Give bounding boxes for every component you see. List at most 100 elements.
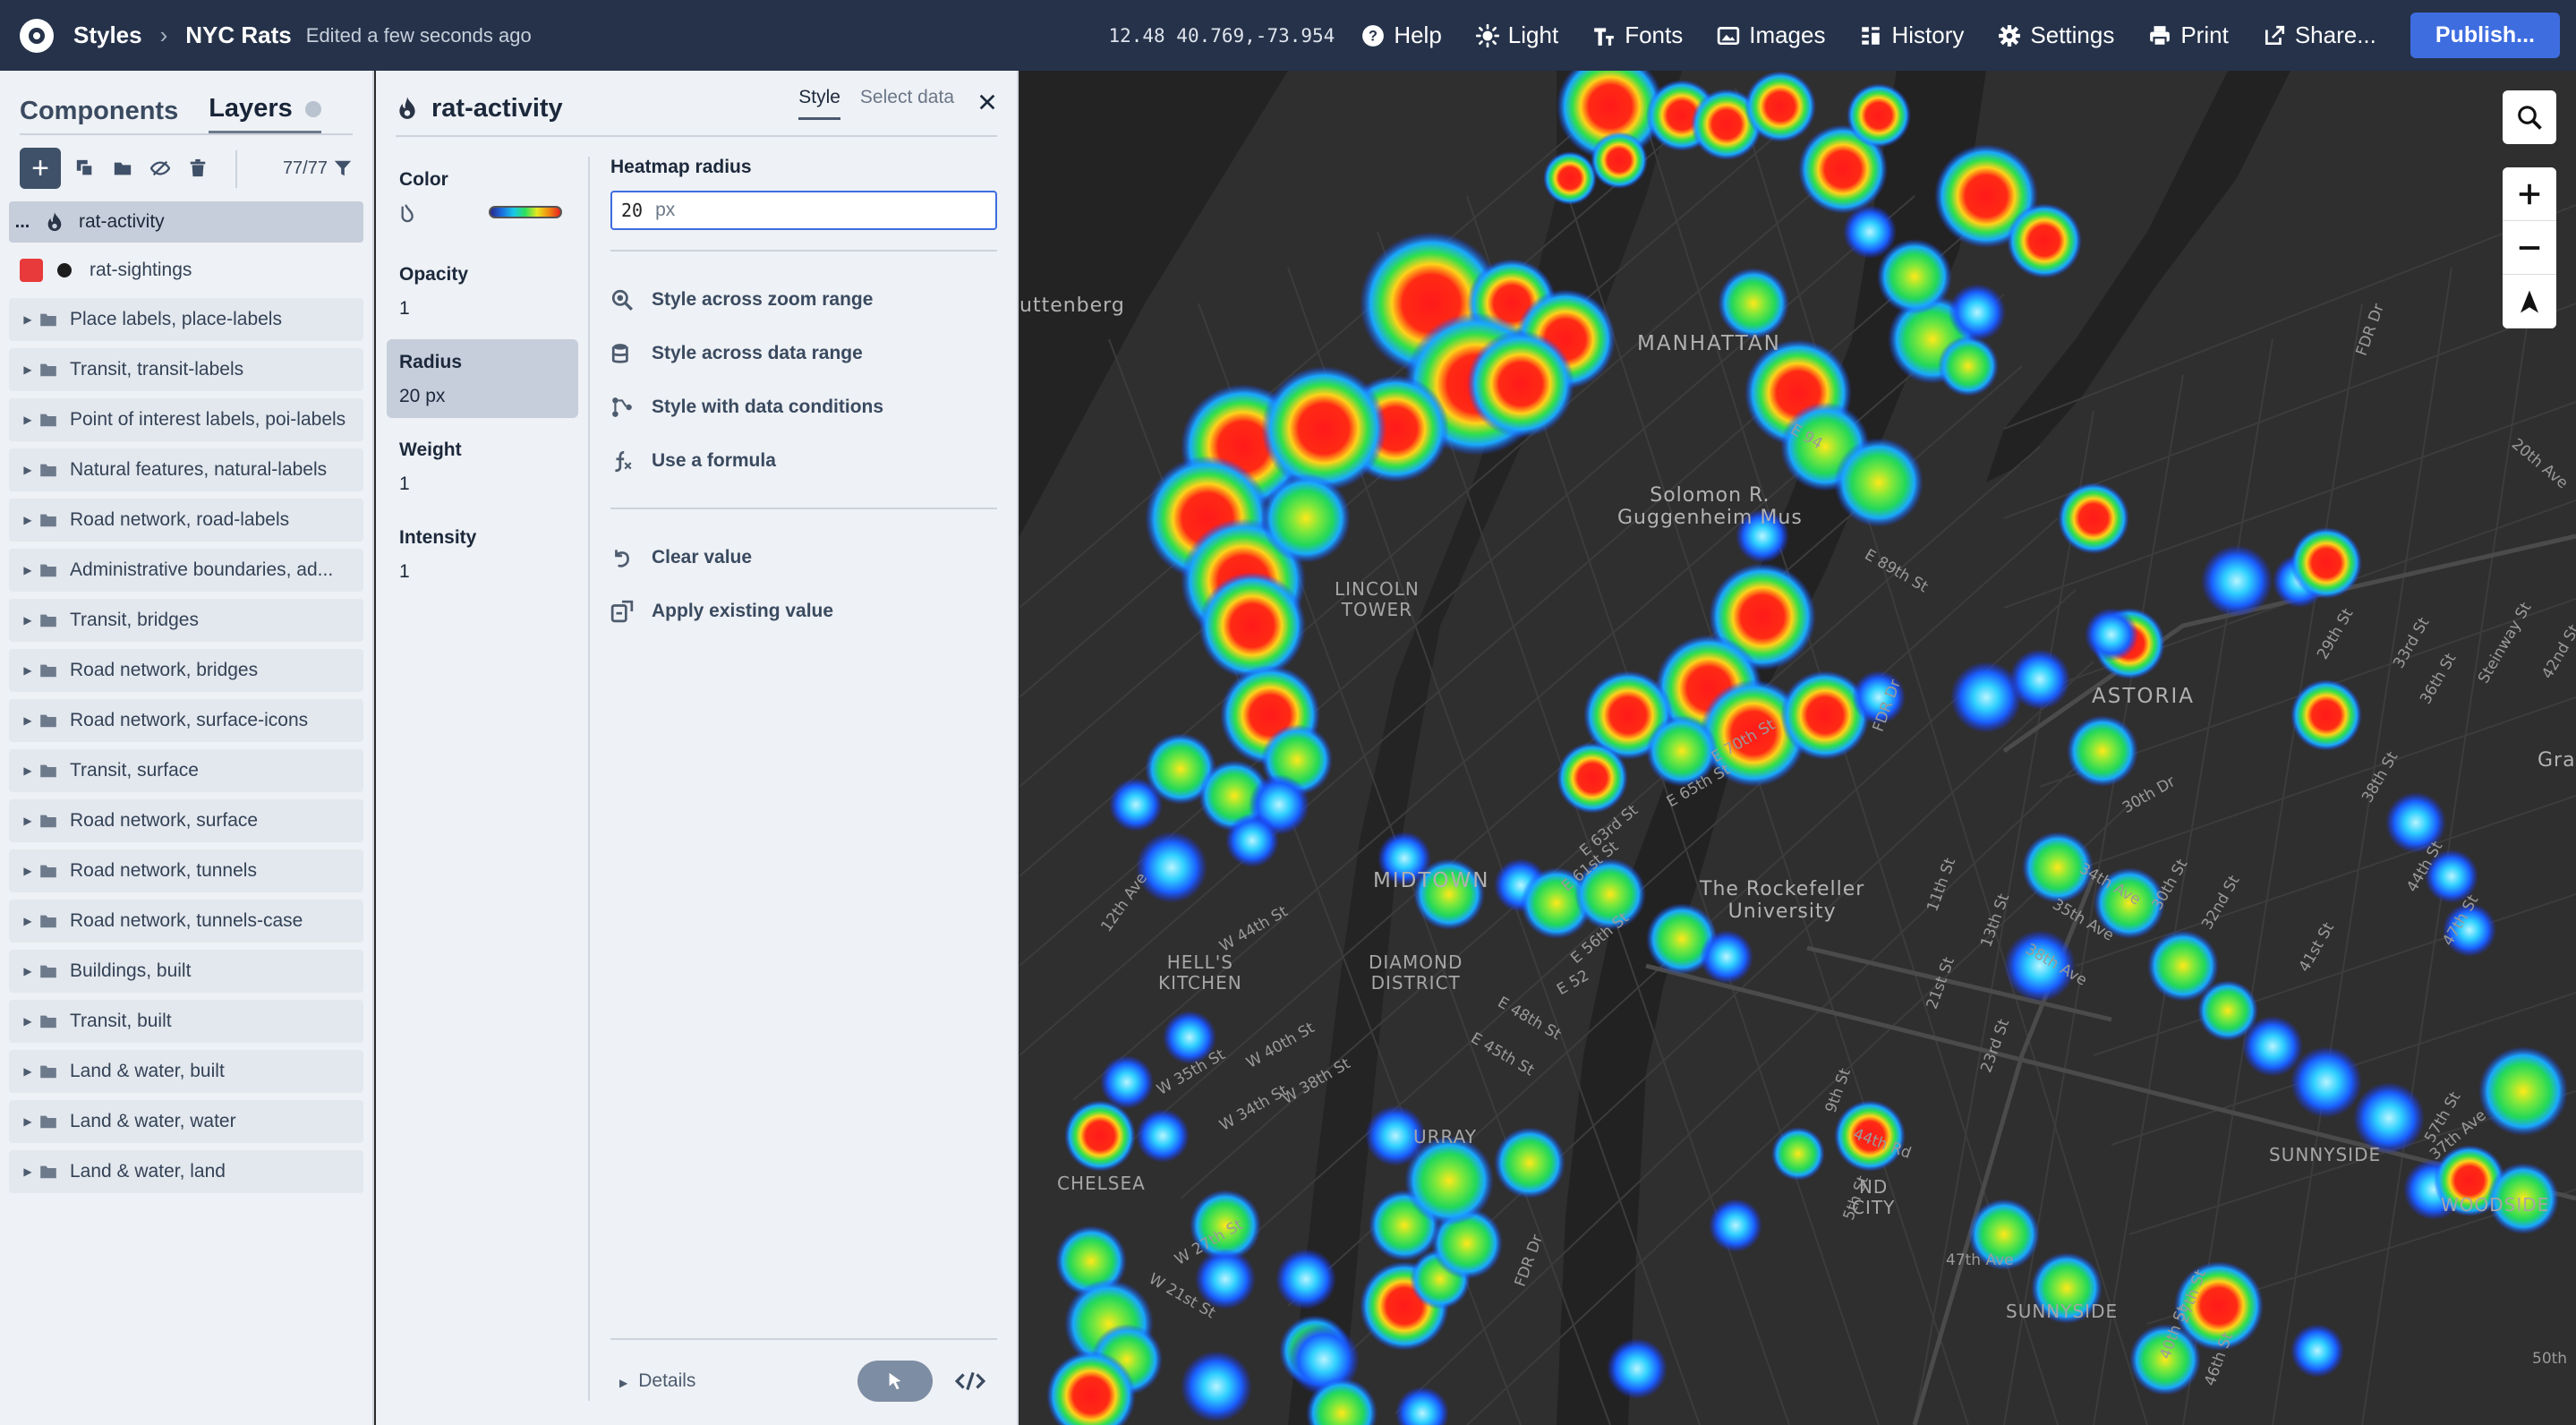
layer-group[interactable]: ▶ Road network, tunnels xyxy=(9,849,363,892)
layer-group[interactable]: ▶ Road network, tunnels-case xyxy=(9,900,363,943)
layer-group[interactable]: ▶ Point of interest labels, poi-labels xyxy=(9,398,363,441)
map-label-chelsea: CHELSEA xyxy=(1057,1173,1146,1194)
settings-label: Settings xyxy=(2030,21,2115,48)
fonts-button[interactable]: Fonts xyxy=(1592,21,1683,49)
layer-group[interactable]: ▶ Administrative boundaries, ad... xyxy=(9,549,363,592)
caret-right-icon[interactable]: ▶ xyxy=(16,514,39,526)
apply-existing-value-button[interactable]: Apply existing value xyxy=(610,585,997,638)
folder-icon xyxy=(40,714,56,728)
caret-right-icon[interactable]: ▶ xyxy=(16,764,39,777)
add-layer-button[interactable]: + xyxy=(20,148,61,189)
prop-radius[interactable]: Radius 20 px xyxy=(387,339,578,418)
layers-panel: Components Layers + 77/77 ... rat-activi… xyxy=(0,71,374,1425)
layer-rat-sightings[interactable]: rat-sightings xyxy=(9,250,363,291)
prop-color[interactable]: Color xyxy=(387,157,578,243)
caret-right-icon[interactable]: ▶ xyxy=(16,1165,39,1178)
images-button[interactable]: Images xyxy=(1717,21,1825,49)
map-canvas[interactable]: uttenberg MANHATTAN Solomon R. Guggenheim … xyxy=(1019,71,2576,1425)
style-name[interactable]: NYC Rats xyxy=(185,21,291,49)
zoom-in-button[interactable] xyxy=(2503,167,2556,221)
compass-button[interactable] xyxy=(2503,275,2556,329)
layer-group[interactable]: ▶ Road network, bridges xyxy=(9,649,363,692)
breadcrumb-styles[interactable]: Styles xyxy=(73,21,142,49)
prop-opacity[interactable]: Opacity 1 xyxy=(387,252,578,330)
layer-group[interactable]: ▶ Land & water, built xyxy=(9,1050,363,1093)
help-button[interactable]: ? Help xyxy=(1361,21,1442,49)
caret-right-icon[interactable]: ▶ xyxy=(16,313,39,326)
inspect-button[interactable] xyxy=(857,1361,933,1402)
option-label: Apply existing value xyxy=(652,601,834,621)
caret-right-icon[interactable]: ▶ xyxy=(16,915,39,927)
caret-right-icon[interactable]: ▶ xyxy=(16,714,39,727)
close-icon[interactable] xyxy=(977,92,997,112)
folder-icon xyxy=(40,564,56,577)
caret-right-icon[interactable]: ▶ xyxy=(16,1115,39,1128)
group-label: Road network, tunnels-case xyxy=(70,910,303,931)
radius-input[interactable]: 20 px xyxy=(610,191,997,230)
layer-group[interactable]: ▶ Transit, built xyxy=(9,1000,363,1043)
prop-intensity[interactable]: Intensity 1 xyxy=(387,515,578,593)
prop-weight[interactable]: Weight 1 xyxy=(387,427,578,506)
share-button[interactable]: Share... xyxy=(2263,21,2376,49)
caret-right-icon[interactable]: ▶ xyxy=(16,865,39,877)
folder-icon xyxy=(40,664,56,678)
color-ramp-swatch xyxy=(489,206,562,218)
style-zoom-range-button[interactable]: Style across zoom range xyxy=(610,273,997,327)
layer-title[interactable]: rat-activity xyxy=(431,94,563,124)
history-icon xyxy=(1862,26,1881,45)
caret-right-icon[interactable]: ▶ xyxy=(16,815,39,827)
layer-group[interactable]: ▶ Road network, surface-icons xyxy=(9,699,363,742)
layer-group[interactable]: ▶ Road network, surface xyxy=(9,799,363,842)
delete-layer-button[interactable] xyxy=(186,157,209,180)
caret-right-icon[interactable]: ▶ xyxy=(16,614,39,627)
tab-layers[interactable]: Layers xyxy=(209,94,321,133)
heatmap-blob xyxy=(1261,474,1351,563)
layer-group[interactable]: ▶ Land & water, water xyxy=(9,1100,363,1143)
layer-group[interactable]: ▶ Transit, surface xyxy=(9,749,363,792)
tab-components[interactable]: Components xyxy=(20,97,178,133)
layer-rat-activity[interactable]: ... rat-activity xyxy=(9,201,363,243)
caret-right-icon[interactable]: ▶ xyxy=(16,664,39,677)
caret-right-icon[interactable]: ▶ xyxy=(16,1065,39,1078)
caret-right-icon[interactable]: ▶ xyxy=(16,414,39,426)
layer-group[interactable]: ▶ Land & water, land xyxy=(9,1150,363,1193)
layer-group[interactable]: ▶ Transit, transit-labels xyxy=(9,348,363,391)
caret-right-icon[interactable]: ▶ xyxy=(16,363,39,376)
layer-group[interactable]: ▶ Place labels, place-labels xyxy=(9,298,363,341)
code-view-button[interactable] xyxy=(952,1368,988,1395)
tab-style[interactable]: Style xyxy=(798,87,840,120)
folder-icon xyxy=(40,614,56,627)
hide-layer-button[interactable] xyxy=(149,157,172,180)
group-layers-button[interactable] xyxy=(111,157,134,180)
print-button[interactable]: Print xyxy=(2148,21,2229,49)
layer-group[interactable]: ▶ Natural features, natural-labels xyxy=(9,448,363,491)
tab-select-data[interactable]: Select data xyxy=(860,87,954,120)
style-data-range-button[interactable]: Style across data range xyxy=(610,327,997,380)
zoom-out-button[interactable] xyxy=(2503,221,2556,275)
layer-group[interactable]: ▶ Transit, bridges xyxy=(9,599,363,642)
caret-right-icon[interactable]: ▶ xyxy=(16,564,39,576)
history-button[interactable]: History xyxy=(1859,21,1964,49)
layer-group[interactable]: ▶ Buildings, built xyxy=(9,950,363,993)
caret-right-icon[interactable]: ▶ xyxy=(16,1015,39,1028)
color-ramp xyxy=(399,201,566,223)
prop-label: Intensity xyxy=(399,527,477,548)
mapbox-logo-icon[interactable] xyxy=(20,18,54,53)
use-formula-button[interactable]: Use a formula xyxy=(610,434,997,488)
clear-value-button[interactable]: Clear value xyxy=(610,531,997,585)
style-conditions-button[interactable]: Style with data conditions xyxy=(610,380,997,434)
details-toggle[interactable]: ▶ Details xyxy=(619,1370,695,1392)
settings-button[interactable]: Settings xyxy=(1998,21,2114,49)
caret-right-icon[interactable]: ▶ xyxy=(16,965,39,977)
layer-more-icon[interactable]: ... xyxy=(9,212,36,233)
minus-icon xyxy=(2519,245,2540,250)
light-theme-button[interactable]: Light xyxy=(1475,21,1558,49)
duplicate-layer-button[interactable] xyxy=(73,157,97,180)
caret-right-icon[interactable]: ▶ xyxy=(16,464,39,476)
publish-button[interactable]: Publish... xyxy=(2410,13,2560,58)
heatmap-blob xyxy=(1744,71,1816,142)
edited-status: Edited a few seconds ago xyxy=(305,23,532,47)
layer-count[interactable]: 77/77 xyxy=(283,158,353,179)
map-search-button[interactable] xyxy=(2503,90,2556,144)
layer-group[interactable]: ▶ Road network, road-labels xyxy=(9,499,363,542)
